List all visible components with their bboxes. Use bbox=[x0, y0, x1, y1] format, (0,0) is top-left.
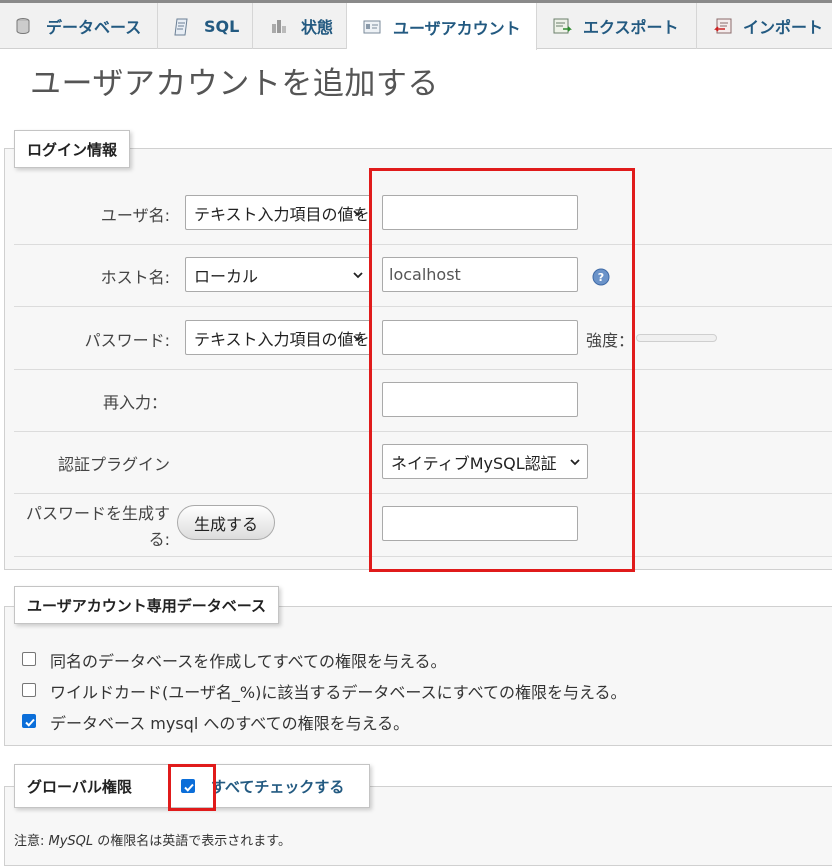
database-icon bbox=[16, 18, 34, 35]
tab-label: インポート bbox=[743, 18, 824, 37]
host-label: ホスト名: bbox=[100, 268, 170, 287]
tab-databases[interactable]: データベース bbox=[0, 3, 158, 49]
status-icon bbox=[271, 18, 289, 34]
check-all-label[interactable]: すべてチェックする bbox=[211, 776, 344, 797]
tab-user-accounts[interactable]: ユーザアカウント bbox=[347, 3, 537, 50]
tab-label: ユーザアカウント bbox=[393, 18, 521, 38]
sql-icon bbox=[174, 18, 192, 36]
create-same-name-db-label: 同名のデータベースを作成してすべての権限を与える。 bbox=[50, 652, 447, 671]
tab-export[interactable]: エクスポート bbox=[537, 3, 697, 49]
password-strength-meter bbox=[636, 334, 717, 342]
login-info-legend: ログイン情報 bbox=[14, 130, 131, 168]
tab-label: エクスポート bbox=[583, 18, 679, 37]
page-title: ユーザアカウントを追加する bbox=[30, 66, 439, 102]
note-mysql: MySQL bbox=[48, 834, 94, 849]
password-label: パスワード: bbox=[84, 331, 170, 350]
tab-label: SQL bbox=[204, 16, 240, 36]
host-mode-select-value: ローカル bbox=[194, 266, 259, 286]
annotation-highlight-box bbox=[369, 168, 635, 572]
tab-status[interactable]: 状態 bbox=[253, 3, 347, 49]
wildcard-db-privileges-checkbox[interactable] bbox=[22, 683, 36, 697]
mysql-db-privileges-checkbox[interactable] bbox=[22, 714, 36, 728]
username-mode-select[interactable]: テキスト入力項目の値を使用 bbox=[185, 195, 371, 230]
wildcard-db-privileges-label: ワイルドカード(ユーザ名_%)に該当するデータベースにすべての権限を与える。 bbox=[50, 683, 627, 702]
generate-password-label-line2: る: bbox=[148, 530, 170, 549]
tab-label: データベース bbox=[46, 18, 142, 37]
note-prefix: 注意: bbox=[14, 834, 49, 849]
chevron-down-icon bbox=[353, 335, 363, 342]
import-icon bbox=[713, 18, 732, 34]
reenter-label: 再入力： bbox=[102, 393, 167, 412]
export-icon bbox=[553, 18, 572, 34]
host-mode-select[interactable]: ローカル bbox=[185, 257, 371, 292]
generate-password-label-line1: パスワードを生成す bbox=[25, 504, 170, 523]
generate-password-button[interactable]: 生成する bbox=[177, 505, 275, 540]
top-tab-bar: データベース SQL 状態 ユーザアカウント エクスポート インポート bbox=[0, 3, 832, 50]
create-same-name-db-checkbox[interactable] bbox=[22, 652, 36, 666]
mysql-db-privileges-label: データベース mysql へのすべての権限を与える。 bbox=[50, 714, 410, 733]
user-accounts-icon bbox=[363, 19, 381, 35]
global-privileges-title: グローバル権限 bbox=[27, 777, 132, 796]
checkmark-icon bbox=[25, 718, 35, 727]
password-mode-select-value: テキスト入力項目の値を使用 bbox=[194, 329, 370, 349]
tab-import[interactable]: インポート bbox=[697, 3, 832, 49]
user-database-legend: ユーザアカウント専用データベース bbox=[14, 586, 279, 624]
auth-plugin-label: 認証プラグイン bbox=[57, 455, 170, 474]
password-mode-select[interactable]: テキスト入力項目の値を使用 bbox=[185, 320, 371, 355]
username-mode-select-value: テキスト入力項目の値を使用 bbox=[194, 204, 370, 224]
tab-label: 状態 bbox=[301, 18, 334, 37]
username-label: ユーザ名: bbox=[100, 206, 170, 225]
chevron-down-icon bbox=[353, 272, 363, 279]
privilege-language-note: 注意: MySQL の権限名は英語で表示されます。 bbox=[14, 830, 291, 849]
chevron-down-icon bbox=[353, 210, 363, 217]
tab-sql[interactable]: SQL bbox=[158, 3, 253, 49]
note-suffix: の権限名は英語で表示されます。 bbox=[93, 834, 291, 849]
annotation-highlight-box bbox=[168, 764, 216, 811]
